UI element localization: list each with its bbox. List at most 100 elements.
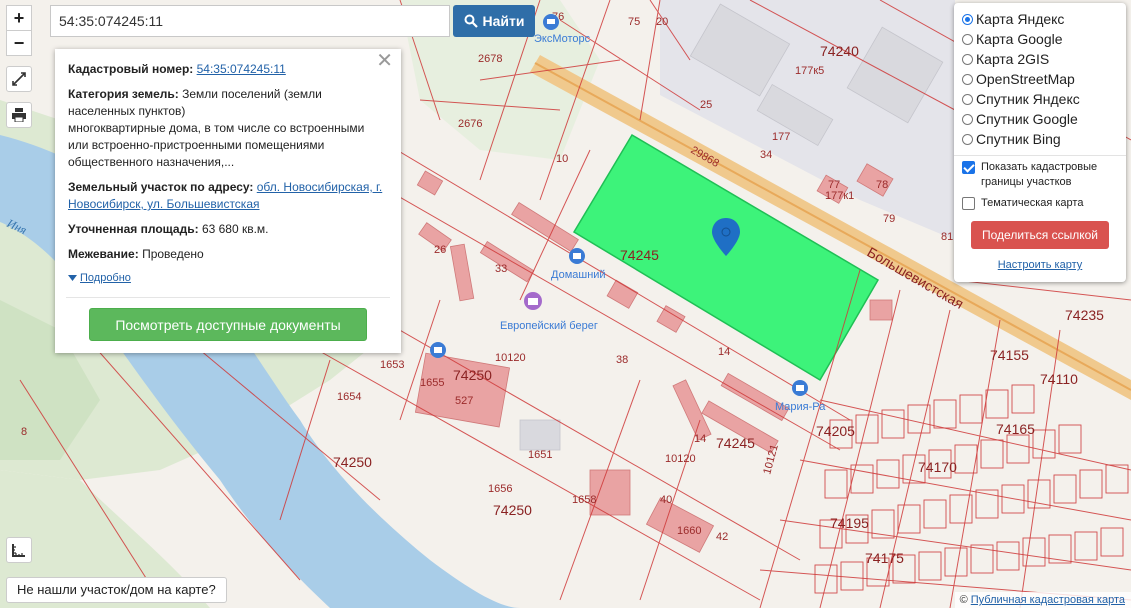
details-link[interactable]: Подробно (80, 272, 131, 284)
not-found-button[interactable]: Не нашли участок/дом на карте? (6, 577, 227, 603)
quarter-label: 74110 (1040, 371, 1078, 387)
poi-label: Домашний (551, 269, 606, 281)
quarter-label: 74250 (453, 367, 492, 383)
quarter-label: 74170 (918, 459, 957, 475)
parcel-label: 177 (772, 131, 790, 143)
layer-option-label: Карта Яндекс (976, 11, 1065, 27)
thematic-map-checkbox[interactable] (962, 197, 975, 210)
parcel-label: 10120 (665, 453, 696, 465)
layer-option-label: Спутник Bing (976, 131, 1061, 147)
parcel-label: 1658 (572, 494, 596, 506)
thematic-map-option[interactable]: Тематическая карта (962, 196, 1118, 211)
parcel-label: 177к1 (825, 190, 854, 202)
expand-icon (12, 72, 26, 86)
parcel-label: 14 (718, 346, 730, 358)
share-link-button[interactable]: Поделиться ссылкой (971, 221, 1109, 249)
parcel-label: 527 (455, 395, 473, 407)
parcel-label: 8 (21, 426, 27, 438)
ruler-icon (12, 544, 25, 557)
zoom-in-button[interactable]: + (6, 5, 32, 31)
thematic-map-label: Тематическая карта (981, 197, 1084, 209)
quarter-label: 74250 (493, 502, 532, 518)
layer-radio[interactable] (962, 53, 973, 65)
parcel-label: 42 (716, 531, 728, 543)
area-value: 63 680 кв.м. (201, 222, 269, 236)
print-button[interactable] (6, 102, 32, 128)
cadastral-number-label: Кадастровый номер: (68, 62, 194, 76)
land-category-label: Категория земель: (68, 87, 179, 101)
parcel-label: 20 (656, 16, 668, 28)
car-icon[interactable] (543, 14, 559, 30)
parcel-label: 1655 (420, 377, 444, 389)
quarter-label: 74175 (865, 550, 904, 566)
printer-icon (12, 108, 26, 122)
layer-option[interactable]: Карта Яндекс (962, 9, 1118, 29)
layer-option[interactable]: Спутник Яндекс (962, 89, 1118, 109)
layer-radio[interactable] (962, 73, 973, 85)
layer-radio[interactable] (962, 93, 973, 105)
parcel-label: 25 (700, 99, 712, 111)
search-input[interactable] (50, 5, 450, 37)
triangle-down-icon (68, 274, 77, 281)
parcel-label: 2678 (478, 53, 502, 65)
parcel-label: 75 (628, 16, 640, 28)
layer-radio[interactable] (962, 113, 973, 125)
layer-option-label: Карта Google (976, 31, 1063, 47)
layer-option-label: Спутник Google (976, 111, 1078, 127)
search-button[interactable]: Найти (453, 5, 535, 37)
search-icon (464, 14, 478, 28)
quarter-label: 74235 (1065, 307, 1104, 323)
area-label: Уточненная площадь: (68, 222, 199, 236)
briefcase-icon[interactable] (524, 292, 542, 310)
parcel-label: 81 (941, 231, 953, 243)
layer-radio[interactable] (962, 133, 973, 145)
parcel-label: 77 (828, 179, 840, 191)
details-toggle[interactable]: Подробно (68, 269, 388, 287)
shop-icon[interactable] (430, 342, 446, 358)
parcel-label: 1656 (488, 483, 512, 495)
parcel-label: 1660 (677, 525, 701, 537)
parcel-label: 40 (660, 494, 672, 506)
poi-label: ЭксМоторс (534, 33, 591, 45)
copyright-symbol: © (959, 594, 968, 606)
parcel-label: 34 (760, 149, 772, 161)
show-borders-option[interactable]: Показать кадастровые границы участков (962, 160, 1118, 190)
parcel-label: 26 (434, 244, 446, 256)
layer-option-label: Спутник Яндекс (976, 91, 1080, 107)
attribution-link[interactable]: Публичная кадастровая карта (971, 594, 1125, 606)
layer-option-label: OpenStreetMap (976, 71, 1075, 87)
show-borders-checkbox[interactable] (962, 161, 975, 174)
layer-option-label: Карта 2GIS (976, 51, 1050, 67)
parcel-label: 79 (883, 213, 895, 225)
layer-option[interactable]: Карта 2GIS (962, 49, 1118, 69)
parcel-label: 1653 (380, 359, 404, 371)
layer-option[interactable]: Спутник Bing (962, 129, 1118, 149)
parcel-label: 10 (556, 153, 568, 165)
quarter-label: 74205 (816, 423, 855, 439)
parcel-label: 78 (876, 179, 888, 191)
poi-label: Европейский берег (500, 320, 598, 332)
cadastral-number-link[interactable]: 54:35:074245:11 (197, 62, 286, 76)
layer-option[interactable]: OpenStreetMap (962, 69, 1118, 89)
parcel-label: 1651 (528, 449, 552, 461)
layer-radio[interactable] (962, 33, 973, 45)
close-icon[interactable]: ✕ (376, 51, 393, 71)
layer-option[interactable]: Спутник Google (962, 109, 1118, 129)
show-borders-label: Показать кадастровые границы участков (981, 161, 1098, 188)
land-usage-text: многоквартирные дома, в том числе со вст… (68, 121, 365, 169)
layer-option[interactable]: Карта Google (962, 29, 1118, 49)
measure-button[interactable] (6, 537, 32, 563)
survey-value: Проведено (142, 247, 204, 261)
parcel-label: 38 (616, 354, 628, 366)
quarter-label: 74165 (996, 421, 1035, 437)
quarter-label: 74240 (820, 43, 859, 59)
parcel-label: 1654 (337, 391, 361, 403)
shop-icon[interactable] (792, 380, 808, 396)
shop-icon[interactable] (569, 248, 585, 264)
view-documents-button[interactable]: Посмотреть доступные документы (89, 308, 367, 341)
configure-map-link[interactable]: Настроить карту (962, 259, 1118, 271)
quarter-label: 74250 (333, 454, 372, 470)
layer-radio[interactable] (962, 13, 973, 25)
zoom-out-button[interactable]: − (6, 30, 32, 56)
fullscreen-button[interactable] (6, 66, 32, 92)
